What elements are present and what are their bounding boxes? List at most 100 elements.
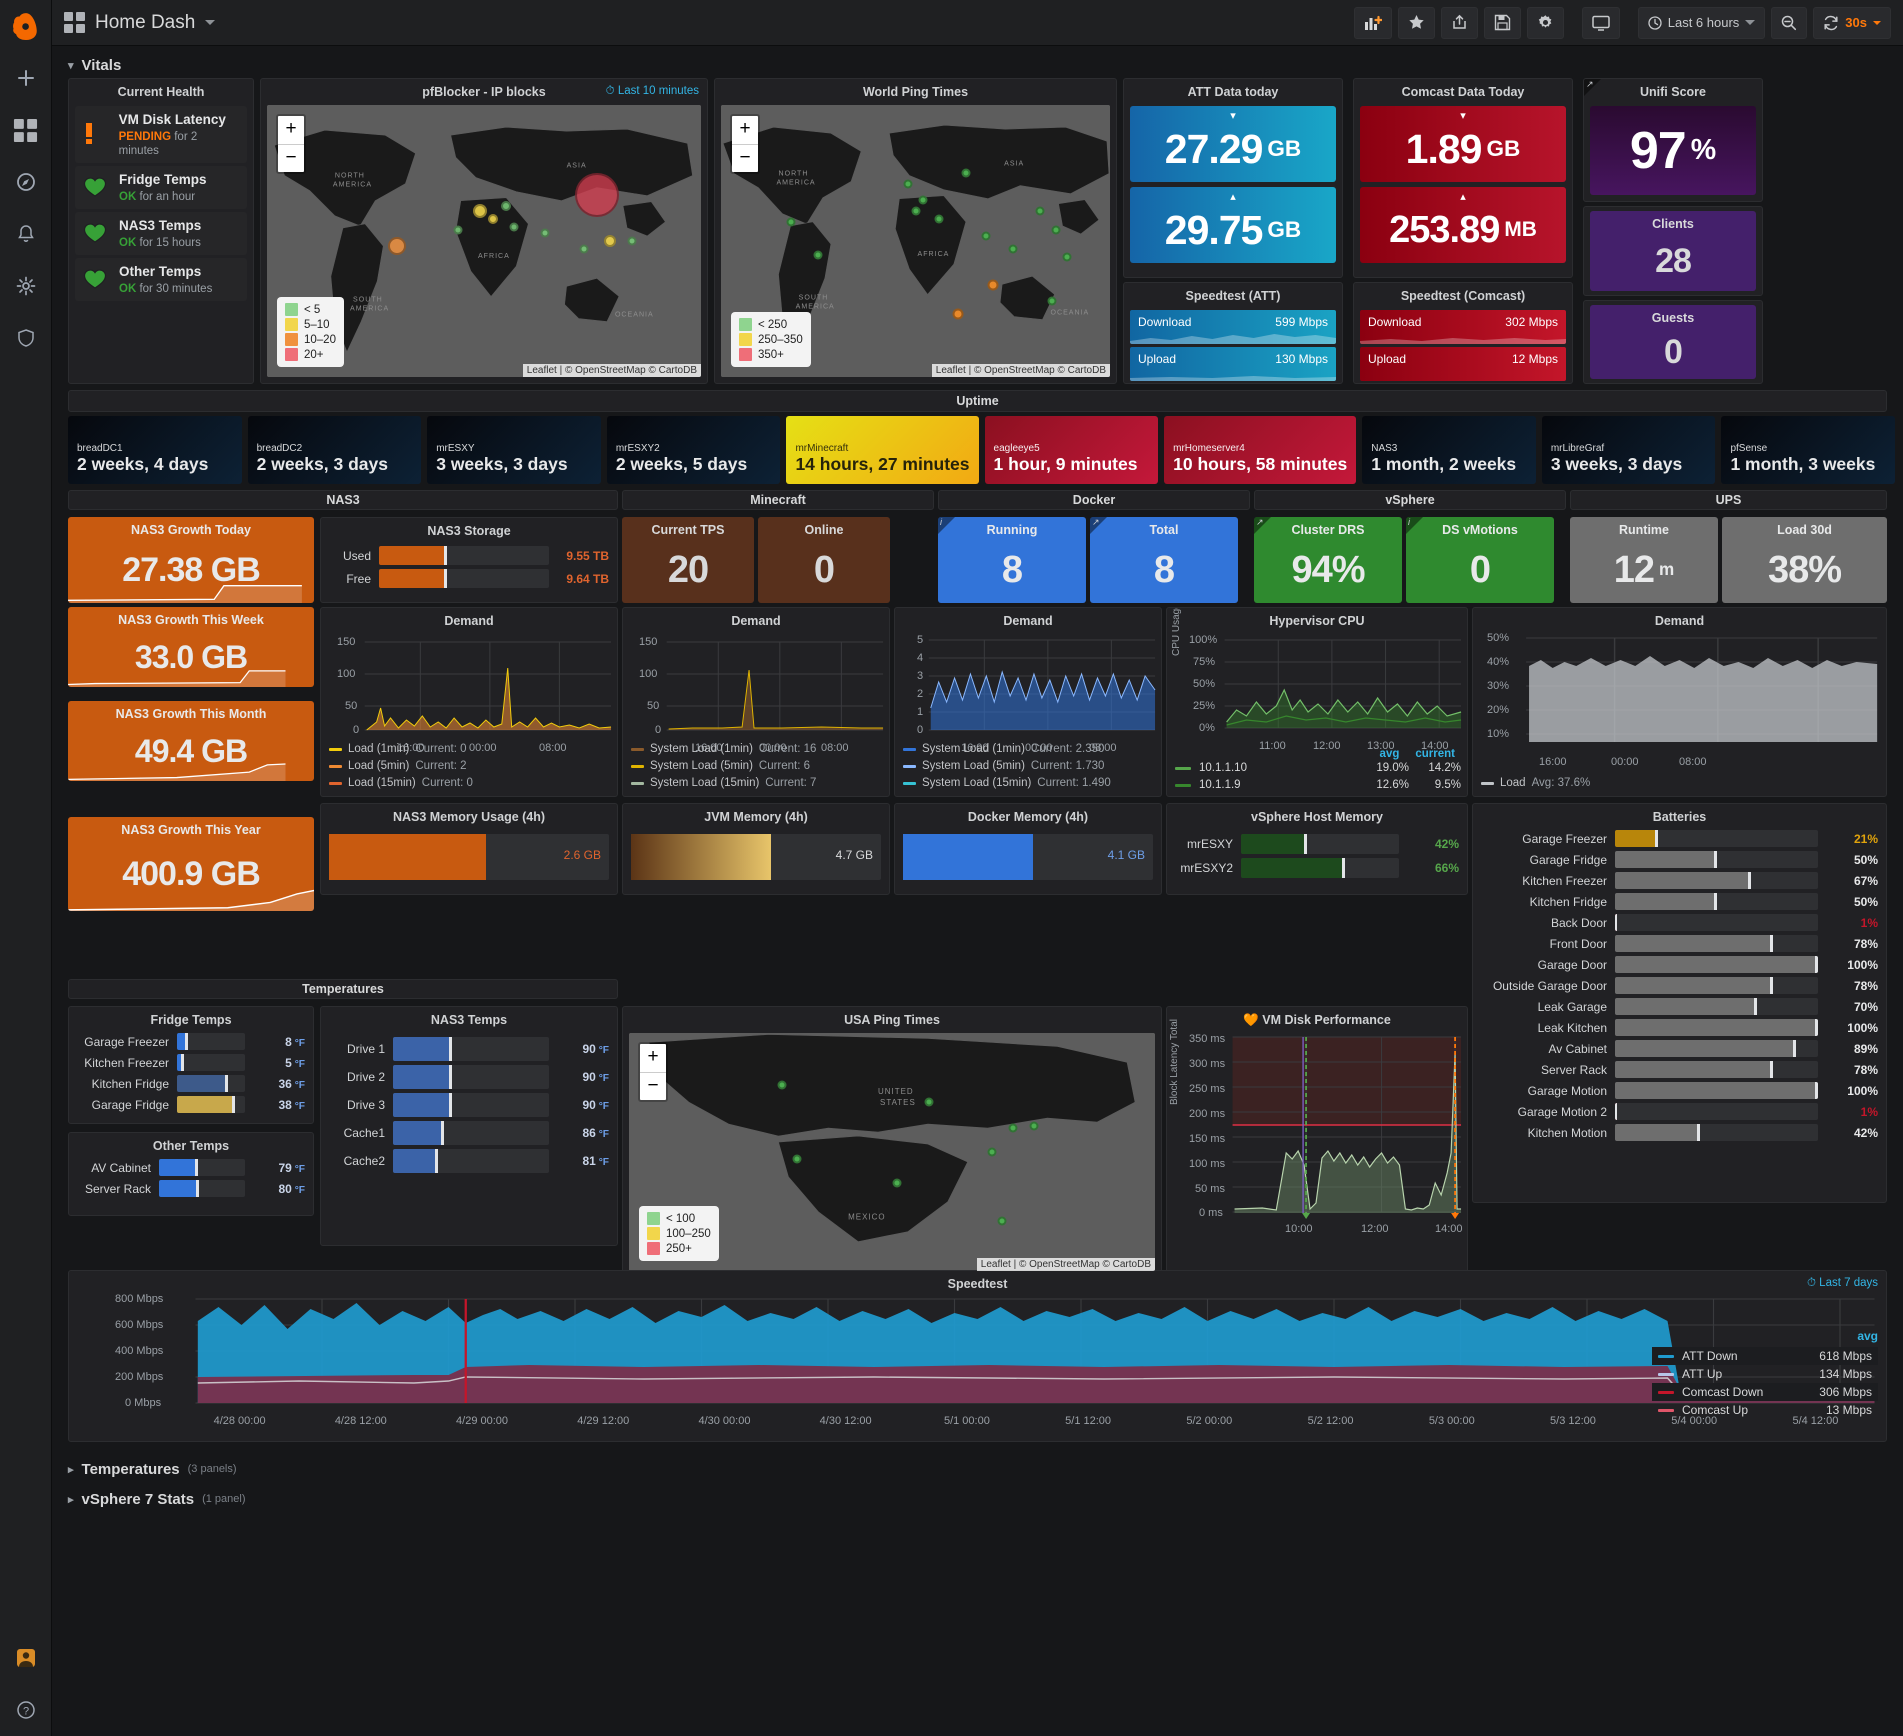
sidebar-item-user-avatar[interactable] — [0, 1632, 52, 1684]
info-icon[interactable]: i — [940, 517, 942, 527]
stat-att-download[interactable]: ▾ 27.29 GB — [1130, 106, 1336, 182]
map-marker[interactable] — [388, 237, 407, 256]
uptime-tile[interactable]: eagleeye5 1 hour, 9 minutes — [984, 416, 1159, 484]
sidebar-item-configuration[interactable] — [0, 260, 52, 312]
stat-nas3-growth-week[interactable]: NAS3 Growth This Week 33.0 GB — [68, 607, 314, 687]
legend-item[interactable]: Comcast Down 306 Mbps — [1652, 1383, 1878, 1401]
external-link-icon[interactable]: ↗ — [1092, 517, 1100, 528]
map-zoom-controls[interactable]: + − — [730, 114, 760, 174]
external-link-icon[interactable]: ↗ — [1586, 79, 1594, 90]
map-marker[interactable] — [903, 179, 913, 189]
share-button[interactable] — [1440, 6, 1478, 39]
zoom-out-button[interactable]: − — [640, 1072, 666, 1100]
legend-item[interactable]: Load (15min) Current: 0 — [329, 775, 613, 792]
map-marker[interactable] — [934, 214, 944, 224]
uptime-tile[interactable]: mrESXY 3 weeks, 3 days — [427, 416, 601, 484]
map-marker[interactable] — [574, 172, 619, 217]
health-alert-item[interactable]: VM Disk Latency PENDING for 2 minutes — [75, 106, 247, 163]
map-marker[interactable] — [603, 235, 616, 247]
sidebar-item-shield[interactable] — [0, 312, 52, 364]
uptime-tile[interactable]: pfSense 1 month, 3 weeks — [1721, 416, 1896, 484]
zoom-in-button[interactable]: + — [278, 116, 304, 144]
stat-nas3-growth-today[interactable]: NAS3 Growth Today 27.38 GB — [68, 517, 314, 603]
map-marker[interactable] — [987, 1147, 997, 1157]
stat-ups-runtime[interactable]: Runtime 12 m — [1570, 517, 1718, 603]
map-zoom-controls[interactable]: + − — [638, 1042, 668, 1102]
stat-att-upload[interactable]: ▴ 29.75 GB — [1130, 187, 1336, 263]
legend-item[interactable]: Load (5min) Current: 2 — [329, 758, 613, 775]
map-marker[interactable] — [911, 206, 920, 216]
sidebar-item-explore[interactable] — [0, 156, 52, 208]
map-marker[interactable] — [1008, 1123, 1018, 1133]
map-marker[interactable] — [997, 1216, 1007, 1226]
graph-area[interactable]: 150 100 50 0 16:00 00:00 08:00 Load (1mi… — [321, 630, 617, 796]
legend-item[interactable]: Load (1min) Current: 0 — [329, 741, 613, 758]
map-zoom-controls[interactable]: + − — [276, 114, 306, 174]
star-button[interactable] — [1397, 6, 1435, 39]
map-marker[interactable] — [792, 1154, 802, 1164]
legend-item[interactable]: ATT Up 134 Mbps — [1652, 1365, 1878, 1383]
legend-item[interactable]: System Load (5min) Current: 6 — [631, 758, 885, 775]
uptime-tile[interactable]: mrLibreGraf 3 weeks, 3 days — [1541, 416, 1716, 484]
map-marker[interactable] — [540, 228, 550, 238]
leaflet-map[interactable]: NORTH AMERICA SOUTH AMERICA AFRICA ASIA … — [721, 105, 1110, 377]
graph-area[interactable]: 800 Mbps 600 Mbps 400 Mbps 200 Mbps 0 Mb… — [69, 1293, 1886, 1441]
map-marker[interactable] — [892, 1178, 902, 1188]
map-marker[interactable] — [777, 1080, 787, 1090]
tv-mode-button[interactable] — [1581, 6, 1620, 39]
time-range-picker[interactable]: Last 6 hours — [1637, 6, 1766, 39]
map-marker[interactable] — [1035, 206, 1045, 216]
stat-nas3-growth-year[interactable]: NAS3 Growth This Year 400.9 GB — [68, 817, 314, 911]
map-marker[interactable] — [981, 231, 991, 241]
health-alert-item[interactable]: Fridge Temps OK for an hour — [75, 165, 247, 209]
leaflet-map[interactable]: UNITED STATES MEXICO + − < 100 100–250 250… — [629, 1033, 1155, 1271]
zoom-in-button[interactable]: + — [640, 1044, 666, 1072]
sidebar-item-help[interactable]: ? — [0, 1684, 52, 1736]
dashboard-title-group[interactable]: Home Dash — [64, 12, 216, 34]
stat-vsphere-ds-vmotions[interactable]: i DS vMotions 0 — [1406, 517, 1554, 603]
add-panel-button[interactable] — [1353, 6, 1392, 39]
sidebar-item-create[interactable] — [0, 52, 52, 104]
stat-minecraft-online[interactable]: Online 0 — [758, 517, 890, 603]
sidebar-item-alerting[interactable] — [0, 208, 52, 260]
health-alert-item[interactable]: Other Temps OK for 30 minutes — [75, 257, 247, 301]
stat-att-download-speed[interactable]: Download 599 Mbps — [1130, 310, 1336, 344]
zoom-out-button[interactable]: − — [278, 144, 304, 172]
map-marker[interactable] — [786, 217, 796, 227]
stat-comcast-upload-speed[interactable]: Upload 12 Mbps — [1360, 347, 1566, 381]
graph-area[interactable]: 50% 40% 30% 20% 10% 16:00 00:00 08:00 Lo… — [1473, 630, 1886, 796]
refresh-button[interactable]: 30s — [1813, 6, 1891, 39]
uptime-tile[interactable]: mrESXY2 2 weeks, 5 days — [606, 416, 781, 484]
graph-area[interactable]: 150 100 50 0 16:00 00:00 08:00 System Lo… — [623, 630, 889, 796]
map-marker[interactable] — [918, 195, 928, 205]
stat-comcast-download-speed[interactable]: Download 302 Mbps — [1360, 310, 1566, 344]
stat-comcast-upload[interactable]: ▴ 253.89 MB — [1360, 187, 1566, 263]
zoom-in-button[interactable]: + — [732, 116, 758, 144]
legend-item[interactable]: System Load (15min) Current: 1.490 — [903, 775, 1157, 792]
row-header-vitals[interactable]: ▾ Vitals — [60, 52, 1895, 78]
dashboard-settings-button[interactable] — [1526, 6, 1564, 39]
map-marker[interactable] — [472, 204, 487, 219]
row-header-temperatures[interactable]: ▸ Temperatures (3 panels) — [60, 1456, 1895, 1482]
map-marker[interactable] — [987, 279, 999, 291]
stat-att-upload-speed[interactable]: Upload 130 Mbps — [1130, 347, 1336, 381]
map-marker[interactable] — [952, 308, 964, 320]
map-marker[interactable] — [627, 236, 637, 246]
map-marker[interactable] — [813, 250, 823, 260]
stat-nas3-growth-month[interactable]: NAS3 Growth This Month 49.4 GB — [68, 701, 314, 781]
legend-item[interactable]: 10.1.1.9 12.6% 9.5% — [1175, 777, 1461, 794]
map-marker[interactable] — [487, 214, 498, 225]
graph-area[interactable]: CPU Usage Avg. % 100% 75% 50% 25% 0% 11:… — [1167, 608, 1467, 796]
map-marker[interactable] — [453, 225, 463, 235]
map-marker[interactable] — [1051, 225, 1061, 235]
stat-docker-total[interactable]: ↗ Total 8 — [1090, 517, 1238, 603]
map-marker[interactable] — [1062, 252, 1072, 262]
legend-item[interactable]: Comcast Up 13 Mbps — [1652, 1401, 1878, 1419]
grafana-logo-icon[interactable] — [0, 0, 52, 52]
graph-area[interactable]: Block Latency Total 350 ms 300 ms 250 ms… — [1167, 1019, 1467, 1277]
map-marker[interactable] — [1008, 244, 1018, 254]
health-alert-item[interactable]: NAS3 Temps OK for 15 hours — [75, 211, 247, 255]
graph-area[interactable]: 5 4 3 2 1 0 16:00 00:00 08:00 System Loa… — [895, 630, 1161, 796]
save-button[interactable] — [1483, 6, 1521, 39]
stat-vsphere-cluster-drs[interactable]: ↗ Cluster DRS 94% — [1254, 517, 1402, 603]
